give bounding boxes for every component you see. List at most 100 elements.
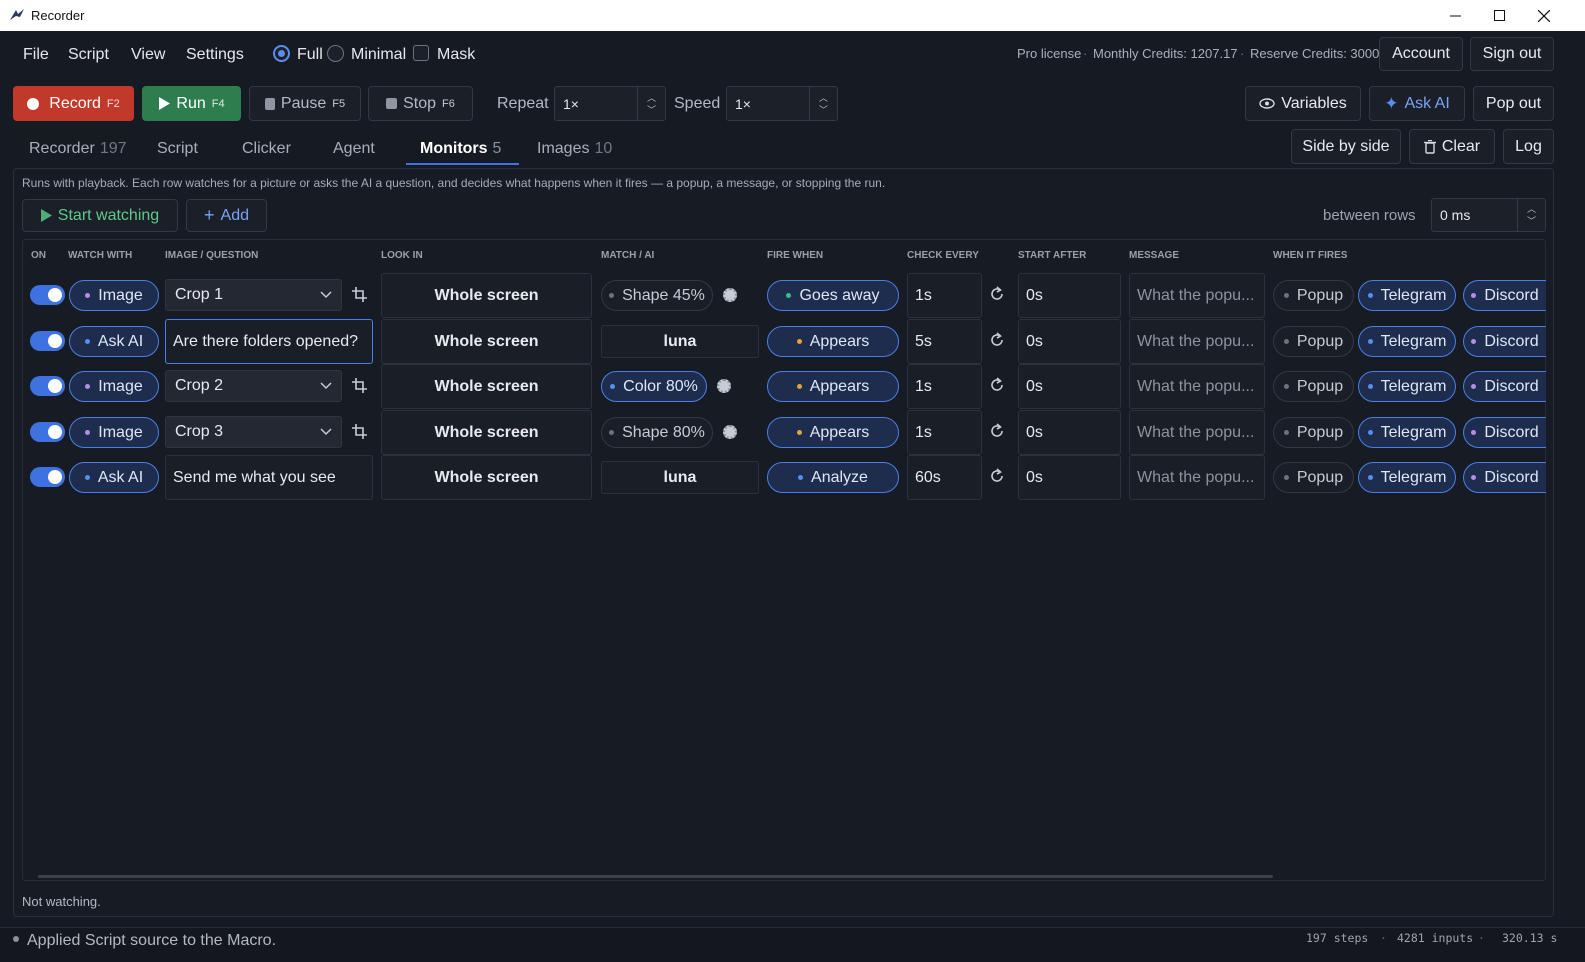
side-by-side-button[interactable]: Side by side [1291, 129, 1401, 164]
mask-checkbox[interactable] [413, 45, 429, 61]
row-enabled-toggle[interactable] [30, 331, 65, 351]
fire-when-chip[interactable]: Goes away [767, 280, 899, 311]
watch-with-chip[interactable]: Ask AI [69, 462, 159, 493]
check-every-input[interactable]: 60s [907, 455, 982, 500]
sign-out-button[interactable]: Sign out [1470, 37, 1554, 71]
question-input[interactable]: Are there folders opened? [165, 319, 373, 364]
telegram-chip[interactable]: Telegram [1358, 417, 1456, 448]
telegram-chip[interactable]: Telegram [1358, 462, 1456, 493]
match-settings-gear-icon[interactable] [717, 379, 731, 393]
log-button[interactable]: Log [1503, 129, 1554, 164]
start-watching-button[interactable]: Start watching [22, 199, 178, 232]
ai-model-select[interactable]: luna [601, 325, 759, 358]
check-every-input[interactable]: 5s [907, 319, 982, 364]
discord-chip[interactable]: Discord [1463, 417, 1546, 448]
look-in-select[interactable]: Whole screen [381, 319, 592, 364]
pause-button[interactable]: Pause F5 [249, 86, 361, 121]
look-in-select[interactable]: Whole screen [381, 364, 592, 409]
match-mode-chip[interactable]: Shape 45% [601, 280, 713, 311]
watch-with-chip[interactable]: Image [69, 417, 159, 448]
tab-monitors[interactable]: Monitors 5 [420, 140, 501, 158]
repeat-stepper[interactable]: ︿ ﹀ [637, 87, 665, 120]
question-input[interactable]: Send me what you see [165, 455, 373, 500]
fire-when-chip[interactable]: Analyze [767, 462, 899, 493]
telegram-chip[interactable]: Telegram [1358, 371, 1456, 402]
pop-out-button[interactable]: Pop out [1473, 86, 1554, 121]
mode-full-radio[interactable] [273, 45, 290, 62]
start-after-input[interactable]: 0s [1018, 455, 1121, 500]
match-settings-gear-icon[interactable] [723, 425, 737, 439]
message-input[interactable]: What the popu... [1129, 273, 1265, 318]
watch-with-chip[interactable]: Ask AI [69, 326, 159, 357]
row-enabled-toggle[interactable] [30, 467, 65, 487]
row-enabled-toggle[interactable] [30, 422, 65, 442]
tab-recorder[interactable]: Recorder 197 [29, 140, 127, 158]
horizontal-scrollbar[interactable] [38, 875, 1273, 878]
start-after-input[interactable]: 0s [1018, 410, 1121, 455]
menu-view[interactable]: View [131, 46, 165, 64]
tab-script[interactable]: Script [157, 140, 198, 158]
refresh-icon[interactable] [989, 423, 1005, 439]
between-rows-stepper[interactable]: ︿ ﹀ [1517, 199, 1545, 231]
image-select[interactable]: Crop 1 [165, 279, 342, 311]
fire-when-chip[interactable]: Appears [767, 326, 899, 357]
clear-button[interactable]: Clear [1409, 129, 1495, 164]
discord-chip[interactable]: Discord [1463, 326, 1546, 357]
minimize-button[interactable] [1432, 0, 1478, 31]
row-enabled-toggle[interactable] [30, 376, 65, 396]
start-after-input[interactable]: 0s [1018, 364, 1121, 409]
popup-chip[interactable]: Popup [1273, 371, 1354, 402]
fire-when-chip[interactable]: Appears [767, 371, 899, 402]
mode-minimal-radio[interactable] [327, 45, 344, 62]
popup-chip[interactable]: Popup [1273, 417, 1354, 448]
tab-images[interactable]: Images 10 [537, 140, 612, 158]
check-every-input[interactable]: 1s [907, 410, 982, 455]
menu-file[interactable]: File [23, 46, 49, 64]
speed-stepper[interactable]: ︿ ﹀ [809, 87, 837, 120]
crop-icon[interactable] [352, 287, 367, 302]
refresh-icon[interactable] [989, 286, 1005, 302]
discord-chip[interactable]: Discord [1463, 462, 1546, 493]
start-after-input[interactable]: 0s [1018, 273, 1121, 318]
popup-chip[interactable]: Popup [1273, 326, 1354, 357]
match-mode-chip[interactable]: Color 80% [601, 371, 707, 402]
ask-ai-button[interactable]: ✦ Ask AI [1369, 86, 1465, 121]
run-button[interactable]: Run F4 [142, 86, 241, 121]
crop-icon[interactable] [352, 378, 367, 393]
watch-with-chip[interactable]: Image [69, 280, 159, 311]
refresh-icon[interactable] [989, 332, 1005, 348]
check-every-input[interactable]: 1s [907, 364, 982, 409]
telegram-chip[interactable]: Telegram [1358, 280, 1456, 311]
tab-clicker[interactable]: Clicker [242, 140, 291, 158]
image-select[interactable]: Crop 3 [165, 416, 342, 448]
account-button[interactable]: Account [1379, 37, 1463, 71]
row-enabled-toggle[interactable] [30, 285, 65, 305]
menu-script[interactable]: Script [68, 46, 109, 64]
popup-chip[interactable]: Popup [1273, 462, 1354, 493]
match-settings-gear-icon[interactable] [723, 288, 737, 302]
message-input[interactable]: What the popu... [1129, 410, 1265, 455]
repeat-spinbox[interactable]: 1× ︿ ﹀ [554, 86, 666, 121]
record-button[interactable]: Record F2 [13, 86, 134, 121]
start-after-input[interactable]: 0s [1018, 319, 1121, 364]
stop-button[interactable]: Stop F6 [368, 86, 473, 121]
tab-agent[interactable]: Agent [333, 140, 375, 158]
refresh-icon[interactable] [989, 377, 1005, 393]
image-select[interactable]: Crop 2 [165, 370, 342, 402]
discord-chip[interactable]: Discord [1463, 371, 1546, 402]
message-input[interactable]: What the popu... [1129, 319, 1265, 364]
between-rows-spinbox[interactable]: 0 ms ︿ ﹀ [1431, 198, 1546, 232]
menu-settings[interactable]: Settings [186, 46, 244, 64]
message-input[interactable]: What the popu... [1129, 455, 1265, 500]
speed-spinbox[interactable]: 1× ︿ ﹀ [726, 86, 838, 121]
match-mode-chip[interactable]: Shape 80% [601, 417, 713, 448]
add-monitor-button[interactable]: + Add [186, 199, 267, 232]
discord-chip[interactable]: Discord [1463, 280, 1546, 311]
telegram-chip[interactable]: Telegram [1358, 326, 1456, 357]
message-input[interactable]: What the popu... [1129, 364, 1265, 409]
look-in-select[interactable]: Whole screen [381, 410, 592, 455]
fire-when-chip[interactable]: Appears [767, 417, 899, 448]
look-in-select[interactable]: Whole screen [381, 273, 592, 318]
look-in-select[interactable]: Whole screen [381, 455, 592, 500]
popup-chip[interactable]: Popup [1273, 280, 1354, 311]
